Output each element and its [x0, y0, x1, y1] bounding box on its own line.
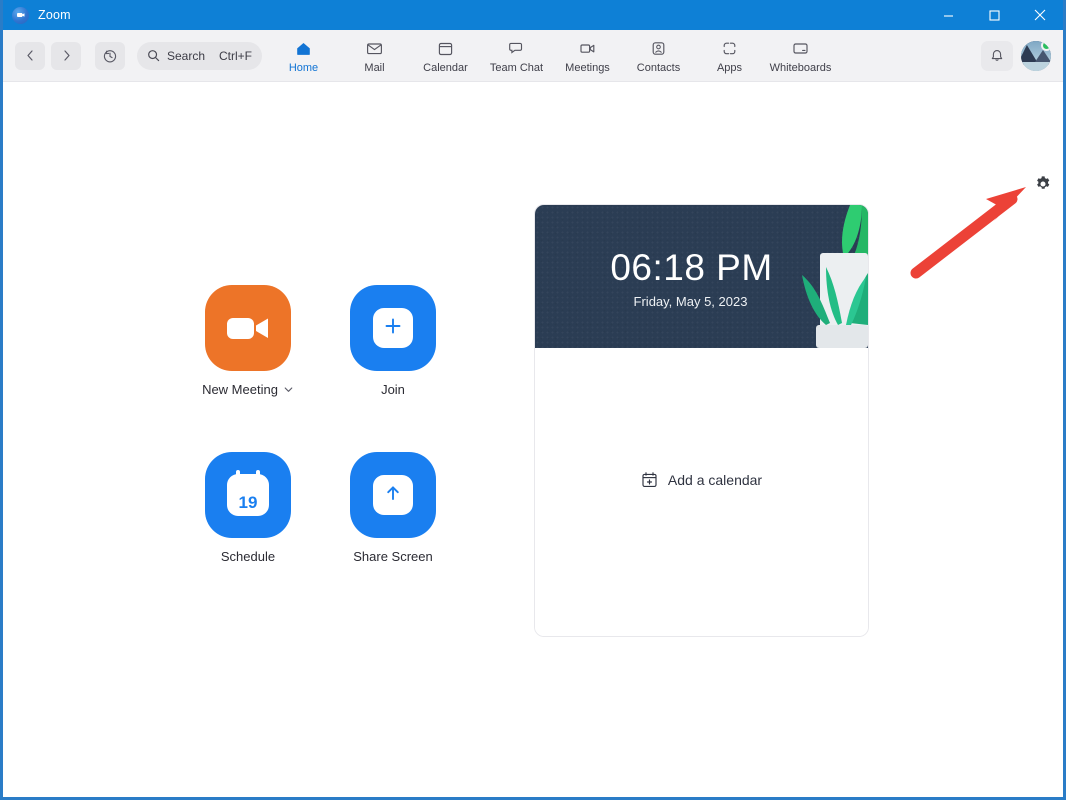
calendar-icon: [436, 39, 455, 59]
tab-calendar-label: Calendar: [423, 61, 468, 74]
share-screen-icon-plate: [373, 475, 413, 515]
video-camera-icon: [578, 39, 597, 59]
tab-calendar[interactable]: Calendar: [410, 30, 481, 82]
tab-team-chat[interactable]: Team Chat: [481, 30, 552, 82]
plus-icon: [382, 315, 404, 342]
tab-apps-label: Apps: [716, 61, 743, 74]
tab-contacts[interactable]: Contacts: [623, 30, 694, 82]
schedule-action[interactable]: 19 Schedule: [201, 452, 295, 564]
calendar-header-bar: [232, 482, 264, 484]
contact-person-icon: [649, 39, 668, 59]
new-meeting-label-row: New Meeting: [202, 382, 294, 397]
share-screen-button[interactable]: [350, 452, 436, 538]
tab-mail-label: Mail: [364, 61, 385, 74]
mail-envelope-icon: [365, 39, 384, 59]
tab-contacts-label: Contacts: [636, 61, 681, 74]
calendar-card-body: Add a calendar: [535, 348, 868, 636]
calendar-ring: [256, 470, 260, 479]
minimize-button[interactable]: [925, 0, 971, 30]
zoom-application-window: Zoom Search Ctrl+F Home Mail Calendar Te…: [0, 0, 1066, 800]
calendar-day-icon: 19: [227, 470, 269, 516]
quick-actions-grid: New Meeting Join 19 Schedule Share Scree…: [201, 285, 491, 564]
user-avatar[interactable]: [1021, 41, 1051, 71]
zoom-logo-icon: [12, 6, 29, 24]
chat-bubbles-icon: [507, 39, 526, 59]
tab-apps[interactable]: Apps: [694, 30, 765, 82]
toolbar-right-group: [981, 30, 1051, 82]
status-badge: [1041, 41, 1051, 51]
quick-actions-row: New Meeting Join: [201, 285, 491, 397]
new-meeting-action[interactable]: New Meeting: [201, 285, 295, 397]
join-action[interactable]: Join: [346, 285, 440, 397]
schedule-label-row: Schedule: [221, 549, 275, 564]
join-label-row: Join: [381, 382, 405, 397]
search-input[interactable]: Search Ctrl+F: [137, 41, 262, 70]
calendar-card: 06:18 PM Friday, May 5, 2023 Add a calen…: [534, 204, 869, 637]
maximize-button[interactable]: [971, 0, 1017, 30]
join-icon-plate: [373, 308, 413, 348]
chevron-down-icon[interactable]: [283, 384, 294, 395]
search-shortcut: Ctrl+F: [219, 48, 252, 63]
tab-mail[interactable]: Mail: [339, 30, 410, 82]
new-meeting-label: New Meeting: [202, 382, 278, 397]
gear-icon[interactable]: [1033, 174, 1053, 194]
back-button[interactable]: [15, 41, 45, 70]
tab-home-label: Home: [288, 61, 319, 74]
search-placeholder: Search: [167, 48, 206, 63]
plant-illustration: [802, 205, 868, 348]
share-screen-label: Share Screen: [353, 549, 433, 564]
tab-whiteboards[interactable]: Whiteboards: [765, 30, 836, 82]
clock-banner: 06:18 PM Friday, May 5, 2023: [535, 205, 868, 348]
avatar-image-detail: [1021, 62, 1051, 71]
window-controls: [925, 0, 1063, 30]
tab-home[interactable]: Home: [268, 30, 339, 82]
red-arrow-annotation: [908, 177, 1043, 282]
tab-team-chat-label: Team Chat: [489, 61, 544, 74]
add-calendar-button[interactable]: Add a calendar: [535, 471, 868, 488]
share-screen-action[interactable]: Share Screen: [346, 452, 440, 564]
tab-meetings-label: Meetings: [565, 61, 610, 74]
join-button[interactable]: [350, 285, 436, 371]
quick-actions-row: 19 Schedule Share Screen: [201, 452, 491, 564]
whiteboard-screen-icon: [791, 39, 810, 59]
share-screen-label-row: Share Screen: [353, 549, 433, 564]
calendar-day-number: 19: [238, 493, 258, 512]
bell-icon[interactable]: [981, 41, 1013, 71]
add-calendar-label: Add a calendar: [667, 471, 763, 488]
close-button[interactable]: [1017, 0, 1063, 30]
home-icon: [294, 39, 313, 59]
main-toolbar: Search Ctrl+F Home Mail Calendar Team Ch…: [3, 30, 1063, 82]
schedule-button[interactable]: 19: [205, 452, 291, 538]
forward-button[interactable]: [51, 41, 81, 70]
apps-grid-icon: [720, 39, 739, 59]
home-content-area: New Meeting Join 19 Schedule Share Scree…: [3, 82, 1063, 797]
new-meeting-button[interactable]: [205, 285, 291, 371]
title-bar: Zoom: [3, 0, 1063, 30]
calendar-ring: [236, 470, 240, 479]
tab-meetings[interactable]: Meetings: [552, 30, 623, 82]
nav-tabs: Home Mail Calendar Team Chat Meetings Co…: [268, 30, 836, 82]
window-title: Zoom: [38, 8, 71, 22]
history-clock-icon[interactable]: [95, 41, 125, 70]
schedule-label: Schedule: [220, 549, 276, 564]
tab-whiteboards-label: Whiteboards: [769, 61, 832, 74]
search-icon: [147, 49, 160, 62]
join-label: Join: [381, 382, 405, 397]
calendar-add-icon: [641, 471, 658, 488]
up-arrow-icon: [382, 482, 404, 509]
